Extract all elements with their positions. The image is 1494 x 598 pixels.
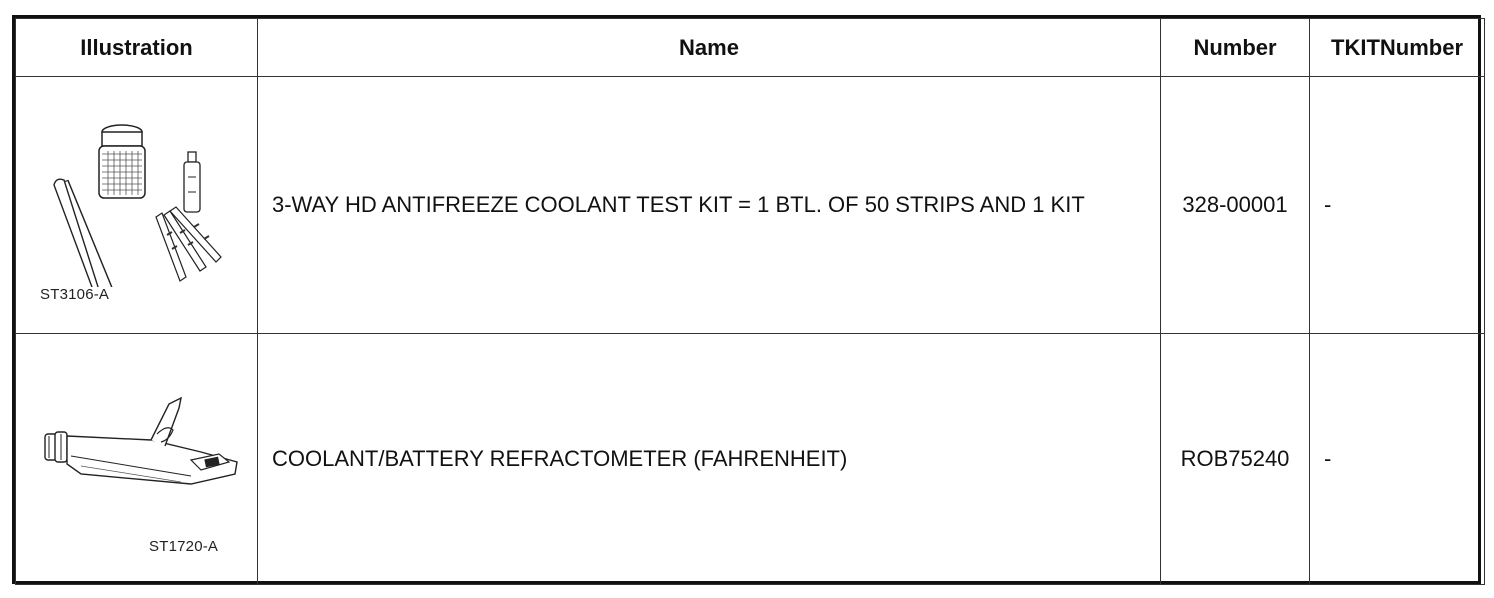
header-number: Number	[1160, 18, 1310, 77]
header-tkit-number: TKITNumber	[1309, 18, 1485, 77]
table-row: ST1720-A COOLANT/BATTERY REFRACTOMETER (…	[15, 333, 1485, 585]
header-illustration: Illustration	[15, 18, 258, 77]
tkit-number: -	[1309, 333, 1485, 585]
table-row: ST3106-A 3-WAY HD ANTIFREEZE COOLANT TES…	[15, 76, 1485, 334]
header-row: Illustration Name Number TKITNumber	[15, 18, 1485, 77]
tool-number: ROB75240	[1160, 333, 1310, 585]
illustration-cell: ST1720-A	[15, 333, 258, 585]
tools-table: Illustration Name Number TKITNumber ST31…	[15, 18, 1485, 585]
special-tools-table: Illustration Name Number TKITNumber ST31…	[12, 15, 1485, 585]
illustration-code: ST1720-A	[149, 538, 219, 555]
coolant-test-kit-icon	[53, 124, 222, 287]
refractometer-icon	[44, 396, 238, 485]
illustration-code: ST3106-A	[40, 286, 110, 303]
tkit-number: -	[1309, 76, 1485, 334]
tool-name: COOLANT/BATTERY REFRACTOMETER (FAHRENHEI…	[257, 333, 1161, 585]
header-name: Name	[257, 18, 1161, 77]
tool-name: 3-WAY HD ANTIFREEZE COOLANT TEST KIT = 1…	[257, 76, 1161, 334]
tool-number: 328-00001	[1160, 76, 1310, 334]
illustration-cell: ST3106-A	[15, 76, 258, 334]
